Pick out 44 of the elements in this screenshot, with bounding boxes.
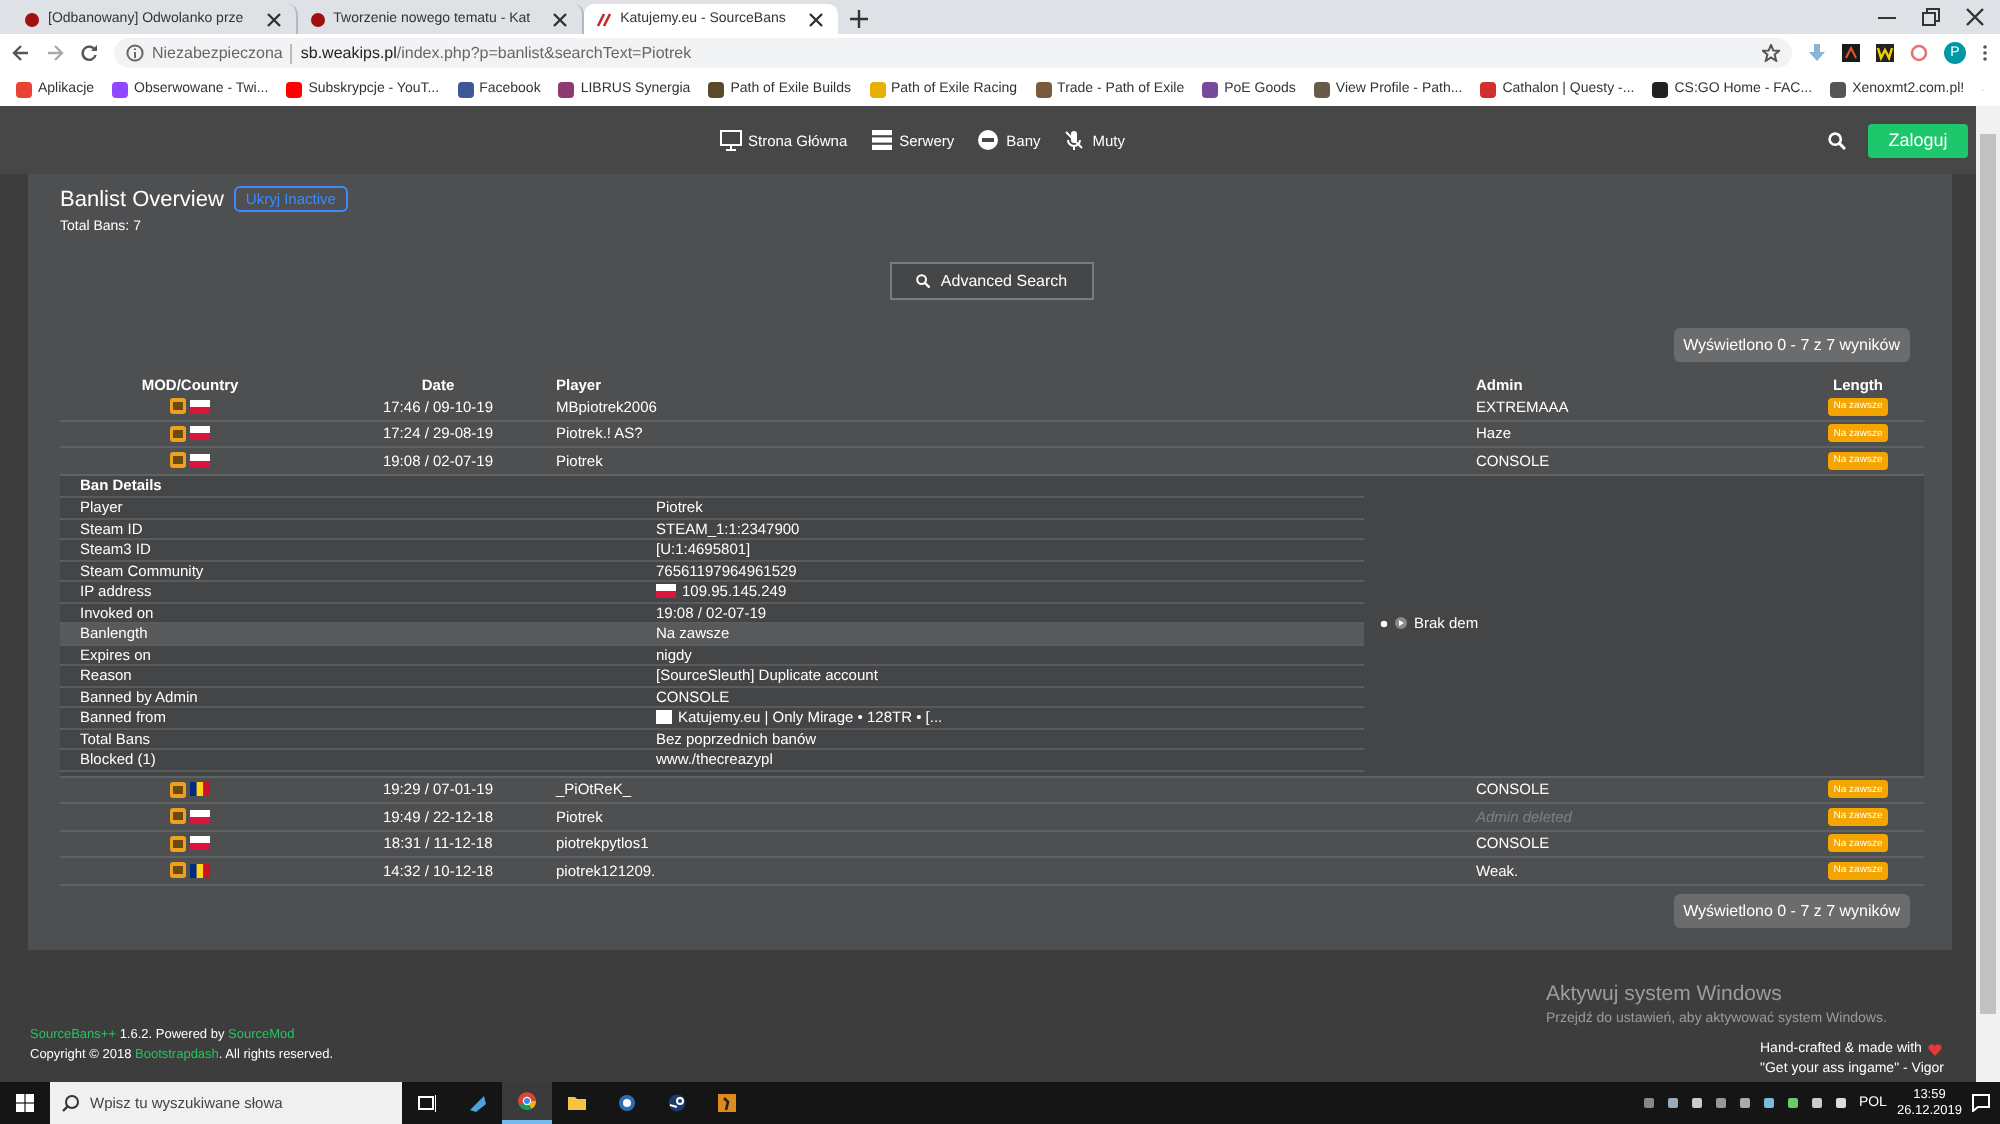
page-title: Banlist Overview bbox=[60, 187, 224, 211]
extension-icon[interactable] bbox=[1842, 44, 1860, 62]
folder-icon[interactable] bbox=[568, 1094, 586, 1112]
notification-icon[interactable] bbox=[1972, 1094, 1990, 1112]
restore-icon[interactable] bbox=[1922, 8, 1940, 26]
page-icon bbox=[309, 11, 326, 27]
scrollbar[interactable] bbox=[1976, 106, 2000, 1082]
close-icon[interactable] bbox=[550, 9, 571, 29]
new-tab-icon[interactable] bbox=[849, 10, 868, 28]
reload-icon[interactable] bbox=[80, 44, 98, 62]
demo-icon bbox=[1394, 616, 1408, 630]
close-icon[interactable] bbox=[805, 9, 826, 29]
server-icon bbox=[871, 129, 894, 151]
game-icon[interactable] bbox=[718, 1094, 736, 1112]
page-icon bbox=[24, 11, 40, 27]
steam-icon[interactable] bbox=[668, 1094, 686, 1112]
task-view-icon[interactable] bbox=[418, 1094, 436, 1112]
chrome-icon[interactable] bbox=[518, 1092, 536, 1110]
results-count: Wyświetlono 0 - 7 z 7 wyników bbox=[1673, 893, 1910, 927]
search-icon[interactable] bbox=[1828, 131, 1846, 149]
menu-icon[interactable] bbox=[1982, 44, 1988, 62]
star-icon[interactable] bbox=[1762, 44, 1780, 62]
info-icon[interactable] bbox=[126, 44, 144, 62]
results-count: Wyświetlono 0 - 7 z 7 wyników bbox=[1673, 328, 1910, 362]
close-icon[interactable] bbox=[263, 9, 284, 29]
monitor-icon bbox=[720, 129, 742, 151]
server-icon bbox=[656, 710, 672, 725]
address-bar[interactable]: Niezabezpieczona sb.weakips.pl/index.php?p=banlist&searchText=Piotrek bbox=[114, 38, 1792, 68]
bullet-icon bbox=[1380, 619, 1388, 627]
scroll-thumb[interactable] bbox=[1980, 134, 1996, 1014]
windows-icon[interactable] bbox=[16, 1094, 34, 1112]
heart-icon bbox=[1927, 1043, 1942, 1055]
app-icon[interactable] bbox=[468, 1094, 486, 1112]
back-icon[interactable] bbox=[12, 44, 30, 62]
security-label: Niezabezpieczona bbox=[152, 44, 283, 62]
muted-microphone-icon bbox=[1064, 129, 1087, 151]
ban-icon bbox=[978, 129, 1001, 151]
app-icon[interactable] bbox=[618, 1094, 636, 1112]
search-icon bbox=[916, 274, 931, 288]
close-icon[interactable] bbox=[1966, 8, 1984, 26]
url-text: sb.weakips.pl/index.php?p=banlist&searchText=Piotrek bbox=[300, 44, 692, 62]
activation-title: Aktywuj system Windows bbox=[1546, 982, 1784, 1006]
advanced-search-button[interactable]: Advanced Search bbox=[890, 262, 1094, 300]
logo-icon bbox=[596, 11, 613, 27]
